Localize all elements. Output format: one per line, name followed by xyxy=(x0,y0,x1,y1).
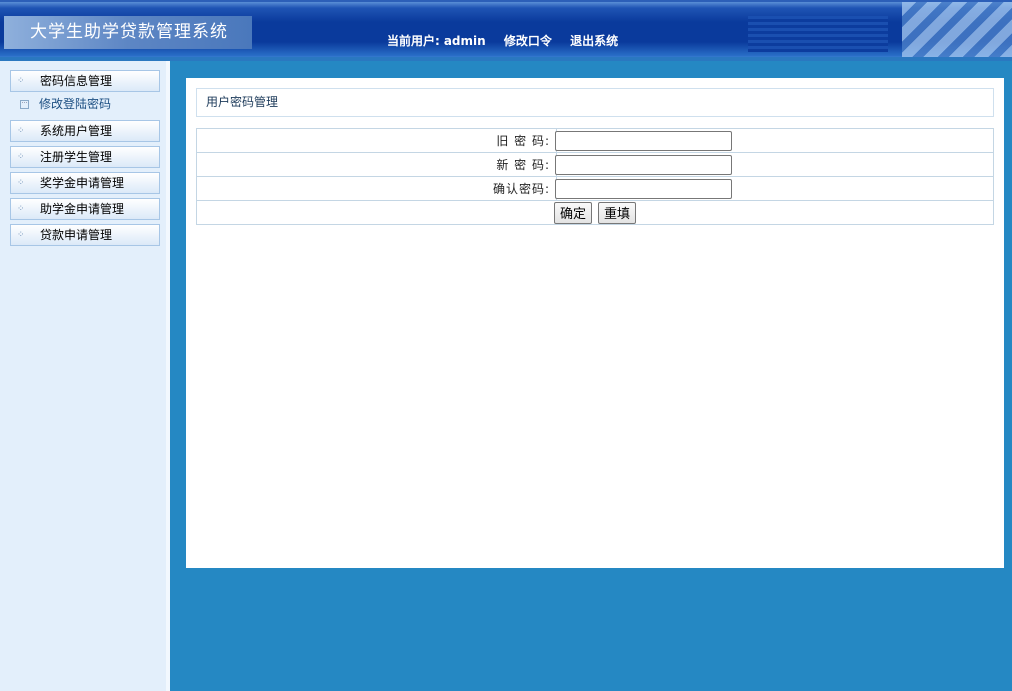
password-form: 旧 密 码: 新 密 码: 确认密码: 确定 重填 xyxy=(196,128,994,225)
submit-button[interactable]: 确定 xyxy=(553,201,592,224)
header: 大学生助学贷款管理系统 当前用户: admin 修改口令 退出系统 xyxy=(0,0,1012,59)
sidebar-item-label: 注册学生管理 xyxy=(40,150,113,164)
form-row: 新 密 码: xyxy=(196,152,994,177)
main-panel: 用户密码管理 旧 密 码: 新 密 码: 确认密码: 确定 重填 xyxy=(186,78,1004,568)
logout-link[interactable]: 退出系统 xyxy=(570,34,618,48)
field-label: 旧 密 码: xyxy=(196,128,557,153)
page-title: 用户密码管理 xyxy=(196,88,994,117)
change-password-link[interactable]: 修改口令 xyxy=(504,34,552,48)
tree-node-icon: ··· xyxy=(20,100,29,109)
field-label: 新 密 码: xyxy=(196,152,557,177)
old-password-input[interactable] xyxy=(555,130,732,151)
reset-button[interactable]: 重填 xyxy=(598,201,637,224)
field-label: 确认密码: xyxy=(196,176,557,201)
sidebar-item-label: 密码信息管理 xyxy=(40,74,113,88)
header-decoration xyxy=(748,16,888,52)
sidebar-item-students[interactable]: ⁘ 注册学生管理 xyxy=(10,146,160,168)
bullet-icon: ⁘ xyxy=(17,204,25,214)
sidebar-item-password[interactable]: ⁘ 密码信息管理 xyxy=(10,70,160,92)
form-row: 旧 密 码: xyxy=(196,128,994,153)
sidebar-item-loan[interactable]: ⁘ 贷款申请管理 xyxy=(10,224,160,246)
bullet-icon: ⁘ xyxy=(17,126,25,136)
app-title: 大学生助学贷款管理系统 xyxy=(4,16,252,49)
sidebar-subitem-change-login-password[interactable]: ··· 修改登陆密码 xyxy=(20,96,111,112)
sidebar-item-system-users[interactable]: ⁘ 系统用户管理 xyxy=(10,120,160,142)
bullet-icon: ⁘ xyxy=(17,152,25,162)
current-user: 当前用户: admin xyxy=(387,34,486,48)
sidebar-item-grant[interactable]: ⁘ 助学金申请管理 xyxy=(10,198,160,220)
form-row: 确定 重填 xyxy=(196,200,994,225)
current-user-label: 当前用户: xyxy=(387,34,440,48)
sidebar-item-label: 奖学金申请管理 xyxy=(40,176,125,190)
confirm-password-input[interactable] xyxy=(555,178,732,199)
bullet-icon: ⁘ xyxy=(17,178,25,188)
form-row: 确认密码: xyxy=(196,176,994,201)
sidebar-item-scholarship[interactable]: ⁘ 奖学金申请管理 xyxy=(10,172,160,194)
sidebar-item-label: 助学金申请管理 xyxy=(40,202,125,216)
sidebar: ⁘ 密码信息管理 ··· 修改登陆密码 ⁘ 系统用户管理 ⁘ 注册学生管理 ⁘ 奖学金申请… xyxy=(0,61,170,691)
sidebar-item-label: 贷款申请管理 xyxy=(40,228,113,242)
sidebar-subitem-label: 修改登陆密码 xyxy=(39,97,112,111)
bullet-icon: ⁘ xyxy=(17,230,25,240)
bullet-icon: ⁘ xyxy=(17,76,25,86)
keyboard-graphic xyxy=(902,2,1012,59)
user-bar: 当前用户: admin 修改口令 退出系统 xyxy=(387,32,632,49)
current-user-name: admin xyxy=(443,34,486,48)
sidebar-item-label: 系统用户管理 xyxy=(40,124,113,138)
new-password-input[interactable] xyxy=(555,154,732,175)
